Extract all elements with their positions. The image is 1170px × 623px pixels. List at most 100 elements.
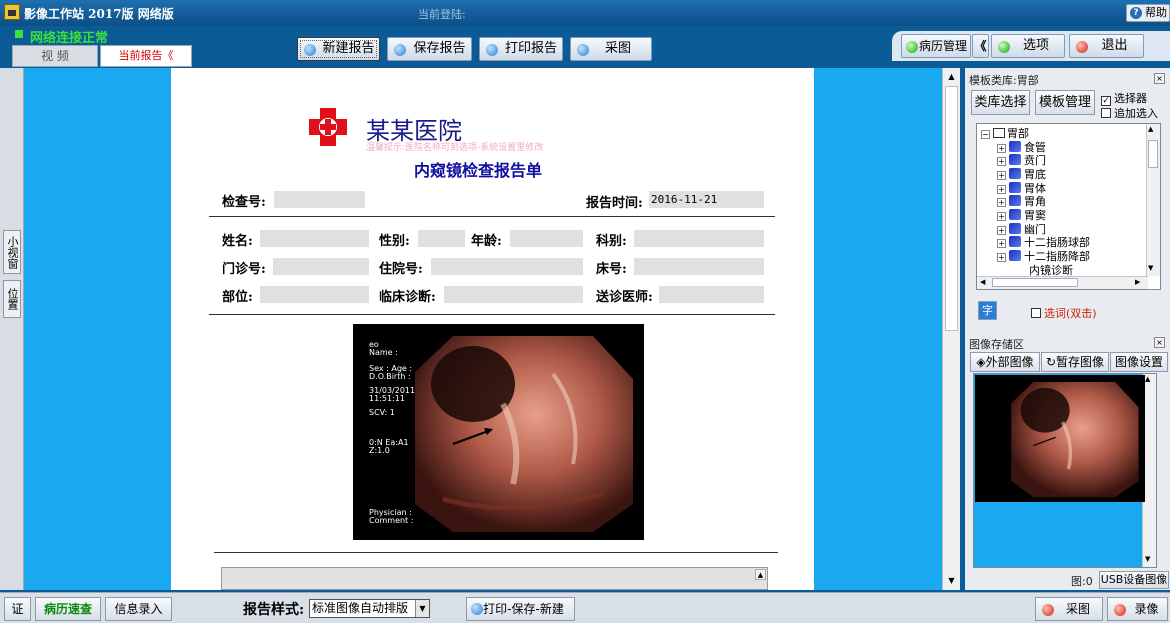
save-report-label: 保存报告 [413, 41, 466, 56]
expand-icon[interactable]: + [997, 212, 1006, 221]
expand-icon[interactable]: + [997, 226, 1006, 235]
save-report-button[interactable]: 保存报告 [387, 37, 472, 61]
report-style-select[interactable]: 标准图像自动排版 ▼ [309, 599, 430, 618]
department-input[interactable] [634, 230, 764, 247]
options-label: 选项 [1022, 38, 1049, 53]
scroll-down-icon[interactable]: ▼ [1145, 555, 1150, 563]
position-tab[interactable]: 位置 [3, 280, 21, 318]
collapse-icon[interactable]: − [981, 130, 990, 139]
scroll-up-icon[interactable]: ▲ [1145, 375, 1150, 383]
tree-item[interactable]: + 胃底 [997, 168, 1046, 181]
records-button[interactable]: 病历管理 [901, 34, 971, 58]
new-report-button[interactable]: 新建报告 [297, 37, 380, 61]
tab-video[interactable]: 视 频 [12, 45, 98, 67]
circle-red-icon [1076, 41, 1088, 53]
scroll-up-icon[interactable]: ▲ [755, 569, 766, 580]
tree-root[interactable]: − 胃部 [981, 127, 1029, 140]
capture-button[interactable]: 采图 [570, 37, 652, 61]
tree-item[interactable]: + 十二指肠降部 [997, 250, 1090, 263]
selector-checkbox[interactable]: ✓ 选择器 [1101, 90, 1147, 106]
template-tree[interactable]: − 胃部 + 食管 + 贲门 + 胃底 + 胃体 + 胃角 + 胃窦 + 幽门 + 十二指肠球部 … [976, 123, 1161, 290]
endoscopy-image[interactable]: eo Name : Sex : Age : D.O.Birth : 31/03/… [353, 324, 644, 540]
report-scrollbar[interactable]: ▲ ▼ [942, 68, 960, 590]
small-window-tab[interactable]: 小视窗 [3, 230, 21, 274]
expand-icon[interactable]: + [997, 171, 1006, 180]
template-manage-button[interactable]: 模板管理 [1035, 90, 1095, 115]
tree-item-label: 十二指肠降部 [1024, 250, 1090, 263]
tree-item[interactable]: + 幽门 [997, 223, 1046, 236]
report-time-input[interactable]: 2016-11-21 [649, 191, 764, 208]
divider [209, 216, 775, 217]
chevron-down-icon[interactable]: ▼ [415, 600, 429, 617]
image-settings-button[interactable]: 图像设置 [1110, 352, 1168, 372]
expand-icon[interactable]: + [997, 253, 1006, 262]
scroll-thumb[interactable] [1148, 140, 1158, 168]
expand-icon[interactable]: + [997, 198, 1006, 207]
scroll-up-icon[interactable]: ▲ [945, 70, 958, 83]
options-button[interactable]: 选项 [991, 34, 1065, 58]
exit-button[interactable]: 退出 [1069, 34, 1144, 58]
expand-icon[interactable]: + [997, 144, 1006, 153]
quick-records-button[interactable]: 病历速查 [35, 597, 101, 621]
referring-doctor-input[interactable] [659, 286, 764, 303]
tree-scrollbar[interactable]: ▲ ▼ [1146, 124, 1160, 276]
tree-item-label: 胃角 [1024, 195, 1046, 208]
temp-image-label: 暂存图像 [1056, 355, 1105, 369]
tree-item[interactable]: + 胃角 [997, 195, 1046, 208]
site-input[interactable] [260, 286, 369, 303]
collapse-button[interactable]: 《 [972, 34, 989, 58]
image-thumbnail[interactable] [975, 375, 1145, 502]
scroll-right-icon[interactable]: ▶ [1135, 278, 1140, 286]
close-icon[interactable]: × [1154, 337, 1165, 348]
scroll-left-icon[interactable]: ◀ [980, 278, 985, 286]
diagnosis-textbox[interactable]: ▲ [221, 567, 768, 590]
expand-icon[interactable]: + [997, 239, 1006, 248]
exam-no-input[interactable] [274, 191, 365, 208]
title-bar [0, 0, 1170, 26]
cube-icon [1009, 250, 1021, 261]
temp-image-button[interactable]: ↻暂存图像 [1041, 352, 1109, 372]
print-save-new-button[interactable]: 打印-保存-新建 [466, 597, 575, 621]
tree-item[interactable]: + 贲门 [997, 154, 1046, 167]
login-label: 当前登陆: [418, 8, 466, 21]
print-report-button[interactable]: 打印报告 [479, 37, 563, 61]
help-button[interactable]: ? 帮助 [1126, 4, 1170, 22]
age-input[interactable] [510, 230, 583, 247]
select-word-checkbox[interactable]: 选词(双击) [1031, 305, 1097, 321]
thumbnail-picture [1011, 382, 1139, 498]
scroll-up-icon[interactable]: ▲ [1148, 125, 1153, 133]
bed-no-input[interactable] [634, 258, 764, 275]
bottom-capture-label: 采图 [1065, 602, 1090, 616]
tree-hscrollbar[interactable]: ◀ ▶ [977, 276, 1148, 289]
info-entry-button[interactable]: 信息录入 [105, 597, 172, 621]
append-checkbox[interactable]: 追加选入 [1101, 105, 1158, 121]
close-icon[interactable]: × [1154, 73, 1165, 84]
record-button[interactable]: 录像 [1107, 597, 1168, 621]
external-image-button[interactable]: ◈外部图像 [970, 352, 1040, 372]
scroll-down-icon[interactable]: ▼ [1148, 264, 1153, 272]
inpatient-no-input[interactable] [431, 258, 583, 275]
scroll-thumb[interactable] [992, 278, 1078, 287]
font-button[interactable]: 字 [978, 301, 997, 320]
tree-item[interactable]: + 胃体 [997, 182, 1046, 195]
tree-item[interactable]: + 十二指肠球部 [997, 236, 1090, 249]
library-select-button[interactable]: 类库选择 [971, 90, 1030, 115]
clinical-diag-label: 临床诊断: [379, 290, 436, 305]
clinical-diag-input[interactable] [444, 286, 583, 303]
expand-icon[interactable]: + [997, 157, 1006, 166]
overlay-text: Z:1.0 [369, 446, 390, 455]
name-input[interactable] [260, 230, 369, 247]
tree-item[interactable]: + 食管 [997, 141, 1046, 154]
cert-button[interactable]: 证 [4, 597, 31, 621]
outpatient-no-input[interactable] [273, 258, 369, 275]
gender-input[interactable] [418, 230, 465, 247]
tab-current-report[interactable]: 当前报告《 [100, 45, 192, 67]
cube-icon [1009, 168, 1021, 179]
print-report-label: 打印报告 [504, 41, 557, 56]
tree-item[interactable]: + 胃窦 [997, 209, 1046, 222]
usb-image-button[interactable]: USB设备图像 [1099, 571, 1169, 589]
bottom-capture-button[interactable]: 采图 [1035, 597, 1103, 621]
scroll-thumb[interactable] [945, 86, 958, 331]
expand-icon[interactable]: + [997, 185, 1006, 194]
scroll-down-icon[interactable]: ▼ [945, 574, 958, 587]
